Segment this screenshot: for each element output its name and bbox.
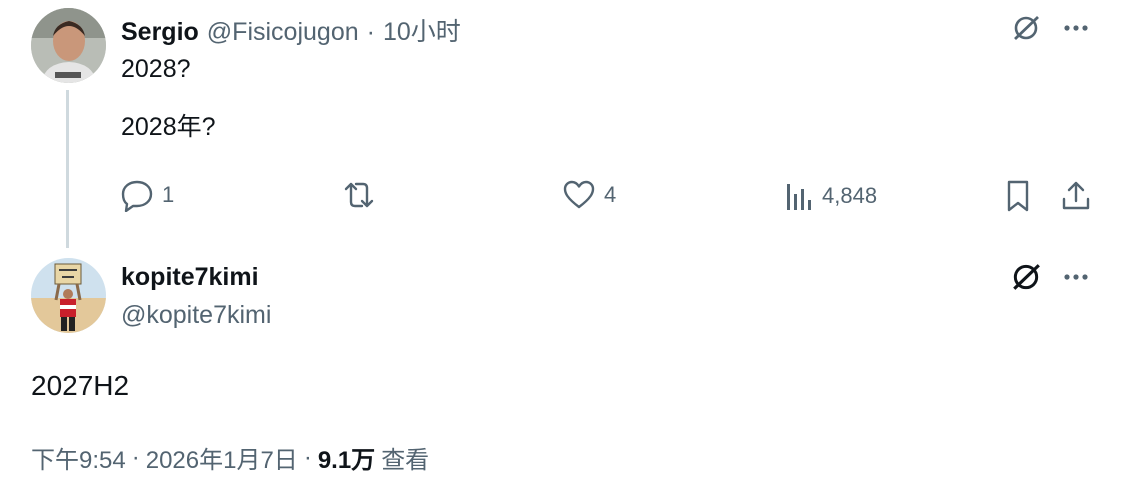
avatar[interactable]: [31, 258, 106, 333]
separator: ·: [303, 443, 312, 471]
bookmark-button[interactable]: [1001, 178, 1035, 214]
tweet-line-2: 2028年?: [121, 113, 216, 141]
reply-button[interactable]: 1: [120, 178, 174, 212]
avatar-image: [31, 8, 106, 83]
like-icon: [563, 180, 595, 209]
bookmark-icon: [1007, 180, 1029, 212]
timestamp[interactable]: 10小时: [383, 12, 461, 48]
retweet-icon: [344, 182, 374, 208]
reply-meta: 下午9:54 · 2026年1月7日 · 9.1万 查看: [31, 440, 429, 475]
more-icon[interactable]: [1058, 259, 1094, 295]
reply-date[interactable]: 2026年1月7日: [146, 440, 298, 475]
reply-icon: [121, 180, 153, 212]
avatar[interactable]: [31, 8, 106, 83]
grok-icon[interactable]: [1008, 10, 1044, 46]
share-button[interactable]: [1058, 178, 1094, 214]
like-button[interactable]: 4: [562, 178, 616, 212]
reply-text: 2027H2: [31, 370, 130, 401]
views-count: 9.1万: [317, 447, 376, 474]
author-handle[interactable]: @Fisicojugon: [207, 18, 359, 47]
like-count: 4: [604, 182, 617, 207]
views-label: 查看: [381, 447, 430, 474]
avatar-image: [31, 258, 106, 333]
views-button[interactable]: 4,848: [784, 180, 877, 212]
author-name[interactable]: Sergio: [121, 18, 199, 47]
separator: ·: [131, 443, 140, 471]
tweet-header: Sergio @Fisicojugon · 10小时: [121, 12, 461, 48]
views-icon: [787, 184, 811, 210]
grok-icon[interactable]: [1008, 259, 1044, 295]
reply-author-name[interactable]: kopite7kimi: [121, 263, 259, 292]
views-count: 4,848: [822, 183, 878, 208]
share-icon: [1062, 181, 1090, 210]
retweet-button[interactable]: [340, 178, 378, 212]
reply-count: 1: [162, 182, 175, 207]
reply-time[interactable]: 下午9:54: [31, 440, 126, 475]
reply-author-handle[interactable]: @kopite7kimi: [121, 301, 271, 330]
thread-line: [66, 90, 69, 248]
separator: ·: [366, 18, 375, 46]
more-icon[interactable]: [1058, 10, 1094, 46]
tweet-line-1: 2028?: [121, 55, 191, 83]
